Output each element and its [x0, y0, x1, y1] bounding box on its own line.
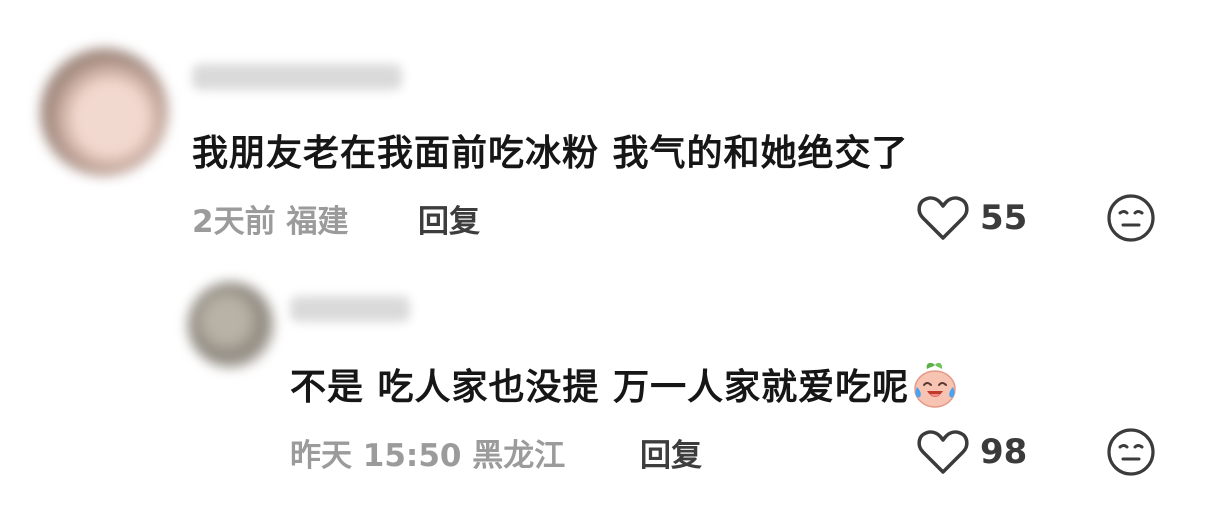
reply-comment-text: 不是 吃人家也没提 万一人家就爱吃呢 [290, 358, 959, 410]
like-count: 98 [980, 432, 1028, 472]
reply-comment-body: 不是 吃人家也没提 万一人家就爱吃呢 [290, 367, 910, 408]
comment-text: 我朋友老在我面前吃冰粉 我气的和她绝交了 [192, 133, 909, 174]
comment-meta: 2天前 福建 [192, 196, 348, 241]
reply-user-avatar[interactable] [188, 282, 274, 368]
crying-laughing-peach-emoji [914, 362, 956, 408]
comment-location: 福建 [286, 204, 349, 240]
heart-outline-icon[interactable] [916, 194, 970, 242]
username-blurred[interactable] [192, 64, 402, 90]
neutral-face-icon[interactable] [1106, 193, 1156, 243]
like-count: 55 [980, 198, 1028, 238]
heart-outline-icon[interactable] [916, 428, 970, 476]
reply-comment-time: 昨天 15:50 [290, 438, 462, 474]
comment-time: 2天前 [192, 204, 276, 240]
reply-button[interactable]: 回复 [640, 430, 702, 475]
reply-button[interactable]: 回复 [418, 196, 480, 241]
reply-comment-meta: 昨天 15:50 黑龙江 [290, 430, 565, 475]
user-avatar[interactable] [40, 48, 168, 176]
neutral-face-icon[interactable] [1106, 427, 1156, 477]
reply-username-blurred[interactable] [290, 296, 410, 322]
reply-comment-location: 黑龙江 [472, 438, 566, 474]
